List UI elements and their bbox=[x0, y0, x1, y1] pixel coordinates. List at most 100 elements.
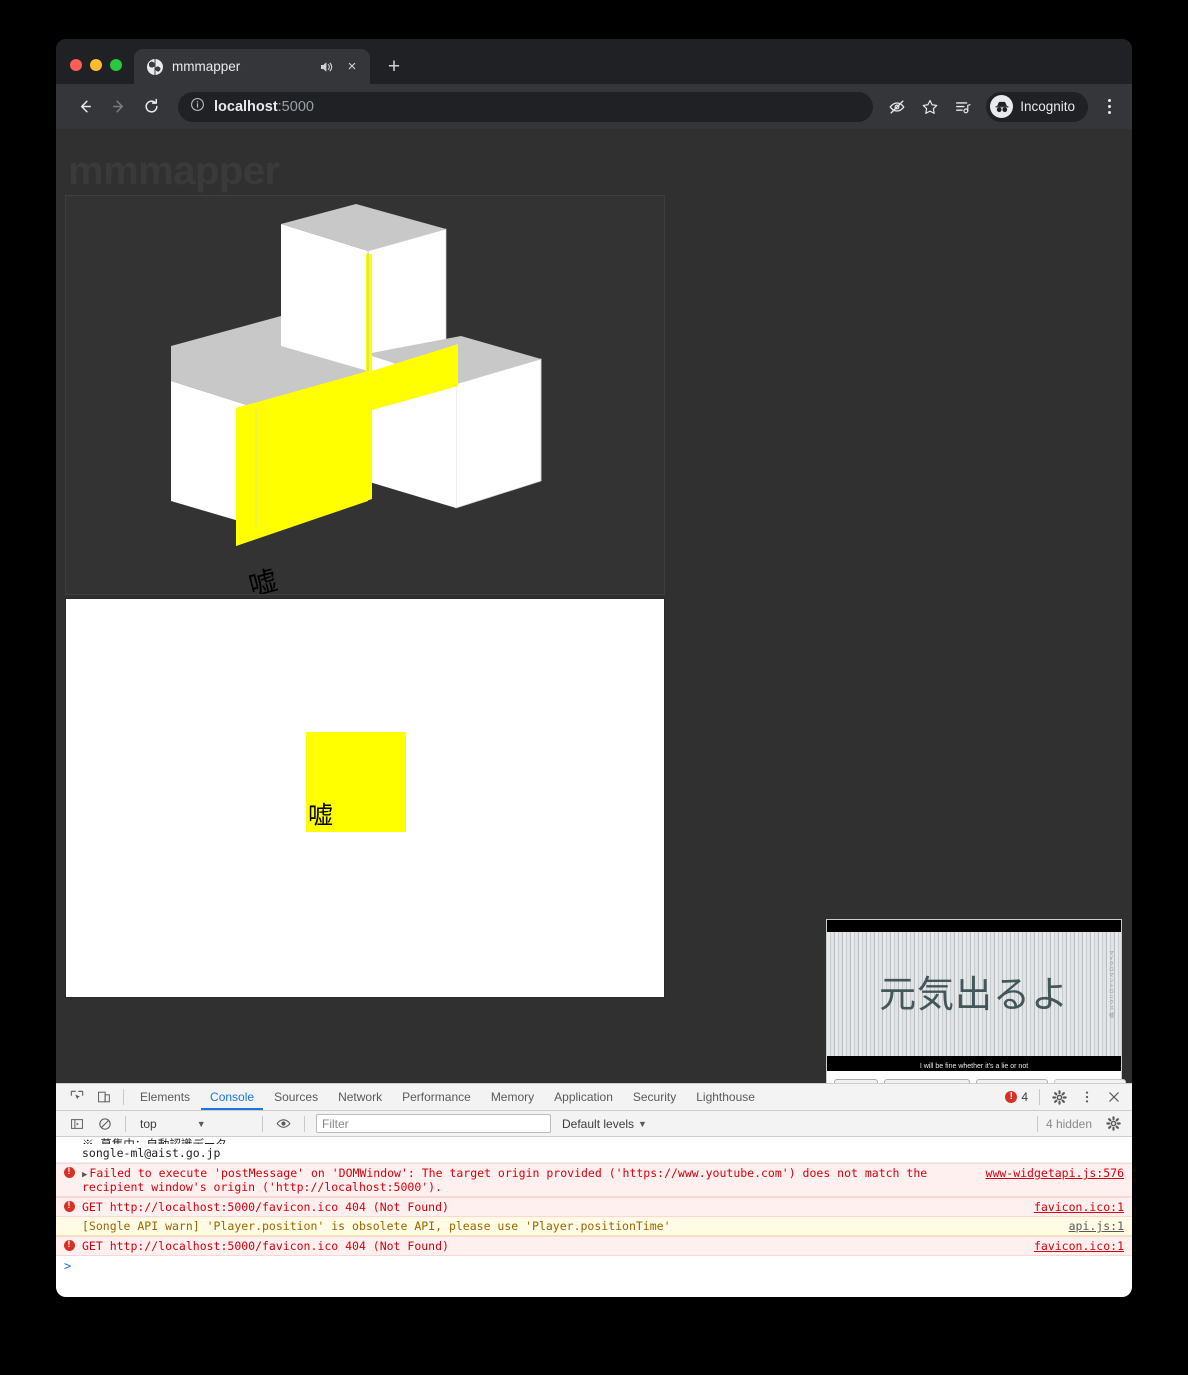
globe-icon bbox=[147, 58, 163, 75]
video-player-widget: 元気出るよ マイクロマントロニクス 嘘 I will be fine wheth… bbox=[826, 918, 1126, 1083]
expand-triangle-icon[interactable]: ▶ bbox=[82, 1170, 87, 1180]
execution-context-value: top bbox=[140, 1116, 157, 1131]
forward-button[interactable] bbox=[103, 92, 133, 122]
console-message-error[interactable]: ! GET http://localhost:5000/favicon.ico … bbox=[56, 1236, 1132, 1256]
back-button[interactable] bbox=[70, 92, 100, 122]
video-credit-text: マイクロマントロニクス 嘘 bbox=[1108, 949, 1114, 1018]
map-tile[interactable]: 嘘 bbox=[306, 732, 406, 832]
console-prompt[interactable]: > bbox=[56, 1256, 1132, 1276]
error-icon: ! bbox=[63, 1167, 75, 1178]
profile-label: Incognito bbox=[1020, 99, 1075, 114]
console-settings-gear-icon[interactable] bbox=[1101, 1111, 1126, 1136]
eye-crossed-icon[interactable] bbox=[883, 93, 911, 121]
video-image: 元気出るよ マイクロマントロニクス 嘘 bbox=[827, 931, 1121, 1056]
browser-menu-button[interactable] bbox=[1096, 93, 1122, 121]
close-tab-button[interactable]: × bbox=[343, 58, 361, 76]
log-levels-select[interactable]: Default levels ▼ bbox=[554, 1117, 655, 1131]
lyrics-cue-button[interactable]: 歌詞頭出し bbox=[884, 1078, 970, 1083]
close-window-button[interactable] bbox=[70, 59, 82, 71]
error-icon: ! bbox=[1005, 1091, 1018, 1103]
execution-context-select[interactable]: top ▼ bbox=[134, 1117, 254, 1131]
map-view[interactable]: 嘘 bbox=[65, 598, 665, 998]
console-filter-placeholder: Filter bbox=[322, 1116, 349, 1131]
star-icon[interactable] bbox=[916, 93, 944, 121]
console-prompt-caret: > bbox=[64, 1259, 72, 1273]
tab-elements[interactable]: Elements bbox=[131, 1084, 199, 1110]
url-host: localhost bbox=[214, 98, 278, 115]
address-bar-text: localhost:5000 bbox=[214, 99, 314, 115]
console-message-error[interactable]: ! ▶ Failed to execute 'postMessage' on 'D… bbox=[56, 1163, 1132, 1197]
new-tab-button[interactable]: + bbox=[380, 52, 408, 80]
divider bbox=[123, 1089, 124, 1105]
divider bbox=[262, 1115, 263, 1132]
three-d-scene: 嘘 bbox=[171, 204, 542, 594]
speaker-icon[interactable] bbox=[318, 59, 334, 75]
console-message-source[interactable]: favicon.ico:1 bbox=[1022, 1239, 1124, 1253]
tab-sources[interactable]: Sources bbox=[265, 1084, 327, 1110]
console-sidebar-toggle-icon[interactable] bbox=[64, 1111, 89, 1136]
console-message-text: songle-ml@aist.go.jp bbox=[82, 1146, 221, 1160]
devtools-close-icon[interactable] bbox=[1101, 1085, 1126, 1110]
console-message-error[interactable]: ! GET http://localhost:5000/favicon.ico … bbox=[56, 1197, 1132, 1217]
console-message-source[interactable]: api.js:1 bbox=[1057, 1219, 1124, 1233]
tab-lighthouse[interactable]: Lighthouse bbox=[687, 1084, 764, 1110]
console-message-source[interactable]: favicon.ico:1 bbox=[1022, 1200, 1124, 1214]
divider bbox=[1039, 1089, 1040, 1105]
profile-chip[interactable]: Incognito bbox=[986, 91, 1088, 122]
console-message-clipped: ※ 募集中：自動認識データ bbox=[82, 1137, 227, 1144]
divider bbox=[304, 1115, 305, 1132]
incognito-avatar-icon bbox=[990, 95, 1014, 118]
video-caption: I will be fine whether it's a lie or not bbox=[919, 1062, 1029, 1070]
browser-toolbar: localhost:5000 Incognito bbox=[56, 84, 1132, 129]
error-count-value: 4 bbox=[1021, 1090, 1028, 1104]
pause-button[interactable]: 一時停止 bbox=[976, 1078, 1048, 1083]
console-messages[interactable]: ※ 募集中：自動認識データ songle-ml@aist.go.jp ! ▶ Fa… bbox=[56, 1137, 1132, 1296]
video-frame[interactable]: 元気出るよ マイクロマントロニクス 嘘 I will be fine wheth… bbox=[827, 919, 1121, 1071]
log-levels-value: Default levels bbox=[562, 1116, 635, 1131]
live-expression-eye-icon[interactable] bbox=[271, 1111, 296, 1136]
message-gutter bbox=[56, 1146, 82, 1147]
video-overlay-text: 元気出るよ bbox=[879, 972, 1069, 1016]
console-message-text: [Songle API warn] 'Player.position' is o… bbox=[82, 1219, 671, 1233]
three-d-view[interactable]: 嘘 bbox=[65, 195, 665, 595]
site-info-icon[interactable] bbox=[190, 97, 205, 117]
console-filter-input[interactable]: Filter bbox=[316, 1114, 551, 1133]
tab-security[interactable]: Security bbox=[624, 1084, 685, 1110]
divider bbox=[125, 1115, 126, 1132]
error-count-badge[interactable]: ! 4 bbox=[1005, 1090, 1032, 1104]
reload-button[interactable] bbox=[136, 92, 166, 122]
console-message-source[interactable]: www-widgetapi.js:576 bbox=[974, 1166, 1124, 1180]
clear-console-icon[interactable] bbox=[92, 1111, 117, 1136]
tab-performance[interactable]: Performance bbox=[393, 1084, 480, 1110]
inspect-element-icon[interactable] bbox=[64, 1085, 89, 1110]
tab-application[interactable]: Application bbox=[545, 1084, 622, 1110]
console-message-text: ▶ Failed to execute 'postMessage' on 'DOM… bbox=[82, 1166, 935, 1194]
tab-title: mmmapper bbox=[172, 59, 241, 74]
rewind-button[interactable]: 巻き戻し bbox=[1054, 1078, 1126, 1083]
url-port: :5000 bbox=[277, 98, 314, 115]
page-viewport: mmmapper 嘘 嘘 元気出るよ マイクロマントロニクス 嘘 I will … bbox=[56, 129, 1132, 1083]
minimize-window-button[interactable] bbox=[90, 59, 102, 71]
error-icon: ! bbox=[63, 1240, 75, 1251]
tab-memory[interactable]: Memory bbox=[482, 1084, 543, 1110]
player-controls: 再生 歌詞頭出し 一時停止 巻き戻し bbox=[827, 1070, 1126, 1083]
console-message-warning[interactable]: [Songle API warn] 'Player.position' is o… bbox=[56, 1217, 1132, 1236]
play-button[interactable]: 再生 bbox=[834, 1078, 878, 1083]
gear-icon[interactable] bbox=[1047, 1085, 1072, 1110]
tab-network[interactable]: Network bbox=[329, 1084, 391, 1110]
browser-tab[interactable]: mmmapper × bbox=[134, 49, 370, 84]
devtools-more-menu-icon[interactable] bbox=[1074, 1085, 1099, 1110]
message-gutter: ! bbox=[56, 1200, 82, 1212]
message-gutter: ! bbox=[56, 1166, 82, 1178]
console-message-info[interactable]: songle-ml@aist.go.jp bbox=[56, 1144, 1132, 1163]
hidden-messages-count: 4 hidden bbox=[1045, 1116, 1092, 1131]
maximize-window-button[interactable] bbox=[110, 59, 122, 71]
map-tile-label: 嘘 bbox=[308, 801, 334, 830]
address-bar[interactable]: localhost:5000 bbox=[178, 91, 874, 122]
media-list-icon[interactable] bbox=[949, 93, 977, 121]
toolbar-icons: Incognito bbox=[883, 91, 1122, 122]
chevron-down-icon: ▼ bbox=[638, 1118, 647, 1129]
tab-console[interactable]: Console bbox=[201, 1084, 263, 1110]
message-gutter: ! bbox=[56, 1239, 82, 1251]
device-toolbar-icon[interactable] bbox=[91, 1085, 116, 1110]
